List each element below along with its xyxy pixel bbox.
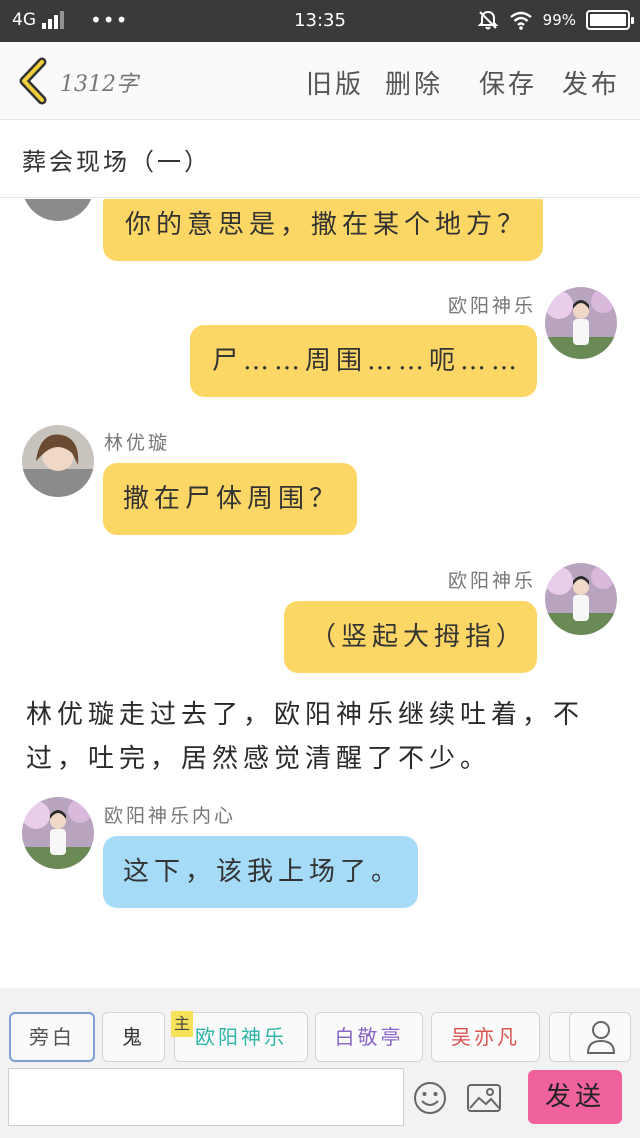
person-icon xyxy=(586,1021,616,1054)
message-bubble[interactable]: 你的意思是，撒在某个地方？ xyxy=(103,199,543,261)
message-text: 这下，该我上场了。 xyxy=(123,857,403,887)
wifi-icon xyxy=(509,11,532,30)
send-button[interactable]: 发送 xyxy=(528,1070,622,1124)
status-right: 99% xyxy=(477,9,634,31)
battery-fill xyxy=(590,14,626,26)
save-button[interactable]: 保存 xyxy=(479,64,537,101)
character-chip-baijingting[interactable]: 白敬亭 xyxy=(315,1012,423,1062)
avatar-linyouxuan[interactable] xyxy=(22,425,94,497)
message-input[interactable] xyxy=(8,1068,404,1126)
image-icon[interactable] xyxy=(466,1082,502,1114)
speaker-name: 欧阳神乐 xyxy=(447,295,536,317)
character-label: 白敬亭 xyxy=(334,1025,404,1049)
character-chip-wuyifan[interactable]: 吴亦凡 xyxy=(431,1012,540,1062)
status-bar: 4G ••• 13:35 99% xyxy=(0,0,640,42)
delete-button[interactable]: 删除 xyxy=(385,64,443,101)
message-bubble[interactable]: 撒在尸体周围？ xyxy=(103,463,357,535)
character-label: 旁白 xyxy=(29,1025,75,1049)
character-chip-ghost[interactable]: 鬼 xyxy=(102,1012,165,1062)
publish-button[interactable]: 发布 xyxy=(562,64,620,101)
emoji-icon[interactable] xyxy=(413,1081,447,1115)
avatar-ouyangshenle[interactable] xyxy=(545,287,617,359)
lead-role-badge: 主 xyxy=(171,1011,193,1037)
editor-toolbar: 1312字 旧版 删除 保存 发布 xyxy=(0,42,640,120)
narration-text[interactable]: 林优璇走过去了，欧阳神乐继续吐着，不过，吐完，居然感觉清醒了不少。 xyxy=(26,693,606,781)
message-text: （竖起大拇指） xyxy=(310,622,528,652)
back-chevron-icon[interactable] xyxy=(14,56,54,106)
speaker-name: 林优璇 xyxy=(104,432,171,454)
battery-percent: 99% xyxy=(542,11,576,29)
speaker-name: 欧阳神乐内心 xyxy=(104,805,237,827)
story-content[interactable]: 你的意思是，撒在某个地方？ 欧阳神乐 尸……周围……呃…… 林优璇 撒在尸体周围… xyxy=(0,199,640,988)
character-chip-ouyangshenle[interactable]: 欧阳神乐 xyxy=(174,1012,308,1062)
compose-panel: 旁白 鬼 欧阳神乐 主 白敬亭 吴亦凡 发送 xyxy=(0,988,640,1138)
old-version-button[interactable]: 旧版 xyxy=(306,64,364,101)
character-label: 鬼 xyxy=(122,1025,145,1049)
chapter-title: 葬会现场（一） xyxy=(22,148,211,176)
word-count: 1312字 xyxy=(60,72,138,97)
character-label: 欧阳神乐 xyxy=(195,1025,287,1049)
avatar-ouyangshenle[interactable] xyxy=(22,797,94,869)
speaker-name: 欧阳神乐 xyxy=(447,570,536,592)
message-text: 你的意思是，撒在某个地方？ xyxy=(125,210,529,240)
avatar-linyouxuan[interactable] xyxy=(22,199,94,221)
mute-bell-icon xyxy=(477,10,499,30)
character-label: 吴亦凡 xyxy=(451,1025,520,1049)
message-bubble[interactable]: （竖起大拇指） xyxy=(284,601,537,673)
chapter-title-row[interactable]: 葬会现场（一） xyxy=(0,120,640,198)
avatar-ouyangshenle[interactable] xyxy=(545,563,617,635)
message-text: 尸……周围……呃…… xyxy=(212,346,523,376)
message-text: 撒在尸体周围？ xyxy=(123,484,341,514)
battery-icon xyxy=(586,10,634,30)
message-bubble[interactable]: 尸……周围……呃…… xyxy=(190,325,537,397)
character-manage-button[interactable] xyxy=(569,1012,631,1062)
message-bubble[interactable]: 这下，该我上场了。 xyxy=(103,836,418,908)
character-chip-narrator[interactable]: 旁白 xyxy=(9,1012,95,1062)
